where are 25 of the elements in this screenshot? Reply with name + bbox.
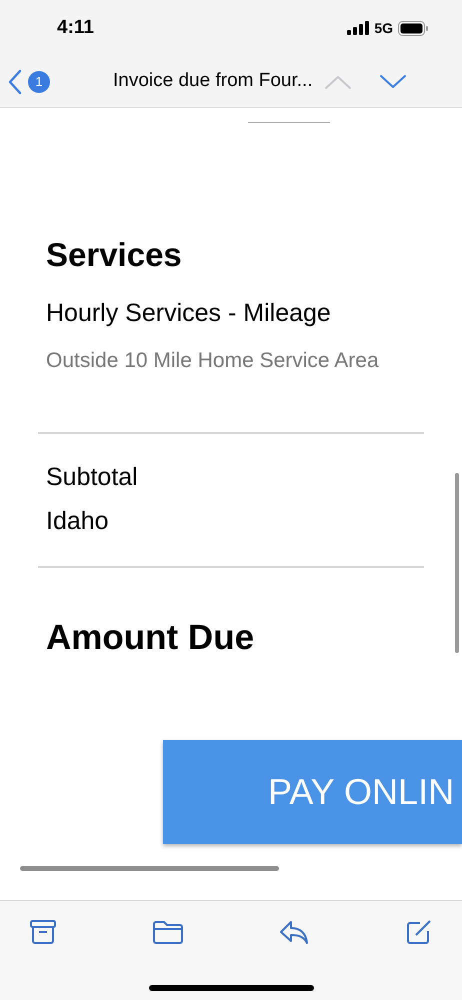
reply-icon [279,920,310,944]
total-label: Subtotal [46,462,139,492]
service-description: Outside 10 Mile Home Service Area [46,348,380,374]
pay-online-button[interactable]: PAY ONLIN [163,740,462,844]
total-label: Idaho [46,506,110,536]
move-to-folder-button[interactable] [152,919,183,945]
services-heading: Services [46,235,183,275]
message-title: Invoice due from Four... [113,69,313,94]
amount-due-heading: Amount Due [45,617,256,659]
service-item: Hourly Services - Mileage [46,298,332,328]
folder-icon [152,920,183,944]
reply-button[interactable] [279,919,310,945]
chevron-down-icon [378,74,407,90]
compose-button[interactable] [406,919,432,945]
back-button[interactable]: 1 [8,68,50,94]
chevron-left-icon [8,68,22,94]
chevron-up-icon [324,74,352,90]
archive-button[interactable] [30,919,56,945]
status-time: 4:11 [57,16,94,40]
archive-icon [30,920,56,944]
network-label: 5G [374,18,393,38]
unread-count-badge: 1 [28,70,50,92]
signal-icon [347,21,370,35]
battery-icon [398,20,428,36]
compose-icon [406,919,432,945]
